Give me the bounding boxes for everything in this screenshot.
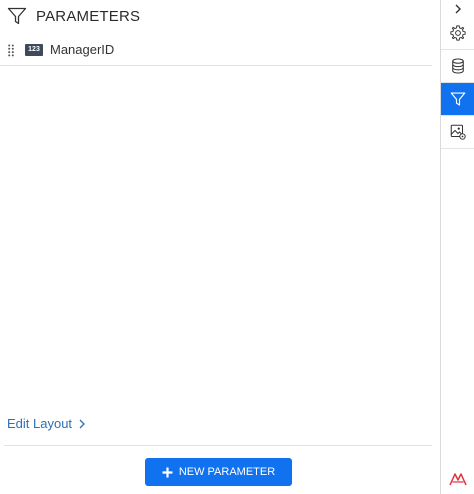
filter-icon — [450, 92, 466, 106]
edit-layout-link[interactable]: Edit Layout — [7, 416, 86, 431]
brand-logo-icon — [449, 473, 467, 486]
parameter-row[interactable]: 123 ManagerID — [0, 38, 432, 66]
side-rail — [440, 0, 474, 494]
chevron-right-icon — [455, 4, 461, 14]
parameter-name: ManagerID — [50, 42, 115, 57]
rail-item-filters[interactable] — [441, 83, 474, 116]
number-type-badge: 123 — [25, 44, 43, 56]
panel-title: PARAMETERS — [36, 8, 141, 25]
panel-header: PARAMETERS — [0, 0, 440, 34]
collapse-rail-button[interactable] — [441, 0, 474, 18]
rail-item-image-settings[interactable] — [441, 116, 474, 149]
chevron-right-icon — [79, 419, 85, 428]
rail-item-settings[interactable] — [441, 17, 474, 50]
image-settings-icon — [450, 124, 466, 140]
rail-item-data-source[interactable] — [441, 50, 474, 83]
filter-icon — [7, 7, 27, 25]
plus-icon — [162, 467, 173, 477]
new-parameter-button[interactable]: NEW PARAMETER — [145, 458, 292, 486]
gear-icon — [450, 25, 466, 41]
footer-divider — [4, 445, 432, 446]
database-icon — [452, 58, 464, 74]
drag-handle-icon[interactable] — [8, 44, 14, 57]
parameters-panel: PARAMETERS 123 ManagerID Edit Layout NEW… — [0, 0, 440, 494]
edit-layout-label: Edit Layout — [7, 416, 73, 431]
new-parameter-label: NEW PARAMETER — [178, 466, 276, 478]
